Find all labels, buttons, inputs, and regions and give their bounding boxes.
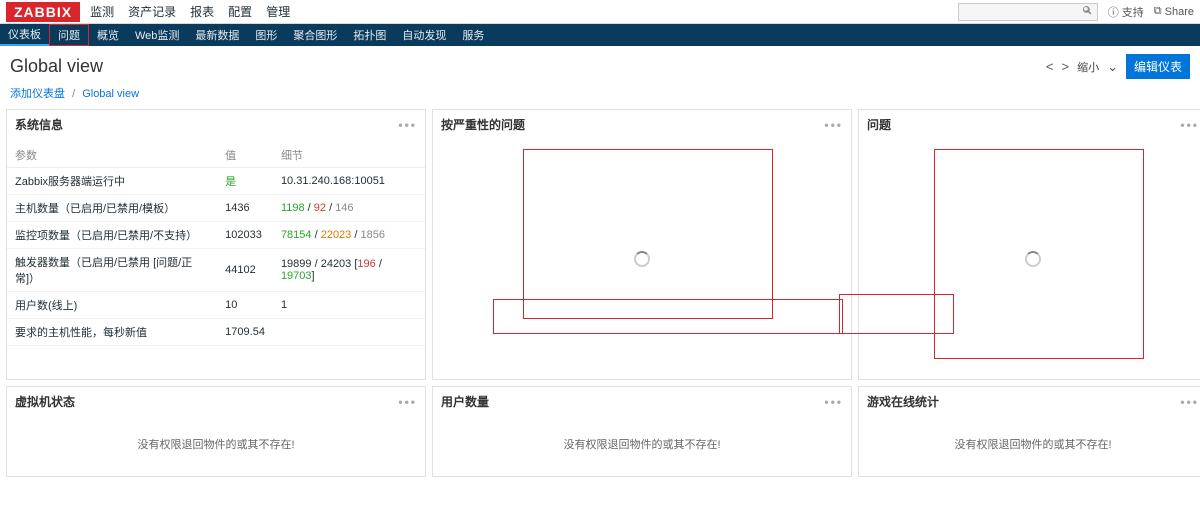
cell-value: 102033 — [217, 222, 273, 249]
widget-menu-icon[interactable]: ••• — [398, 395, 417, 409]
top-right: ⓘ 支持 ⧉ Share — [958, 3, 1194, 21]
support-label: 支持 — [1122, 4, 1144, 20]
breadcrumb-add[interactable]: 添加仪表盘 — [10, 88, 65, 100]
dashboard-row-1: 系统信息 ••• 参数 值 细节 Zabbix服务器端运行中 是 10.31.2… — [0, 109, 1200, 380]
cell-param: 用户数(线上) — [7, 292, 217, 319]
subnav-graphs[interactable]: 图形 — [247, 24, 285, 46]
col-param: 参数 — [7, 143, 217, 168]
widget-vm-status: 虚拟机状态 ••• 没有权限退回物件的或其不存在! — [6, 386, 426, 477]
col-detail: 细节 — [273, 143, 425, 168]
annotation-box — [523, 149, 773, 319]
page-title: Global view — [10, 56, 103, 77]
cell-detail — [273, 319, 425, 346]
search-input[interactable] — [958, 3, 1098, 21]
table-row: 用户数(线上) 10 1 — [7, 292, 425, 319]
topmenu-admin[interactable]: 管理 — [266, 3, 290, 20]
logo[interactable]: ZABBIX — [6, 2, 80, 22]
subnav-screens[interactable]: 聚合图形 — [285, 24, 345, 46]
top-bar: ZABBIX 监测 资产记录 报表 配置 管理 ⓘ 支持 ⧉ Share — [0, 0, 1200, 24]
table-row: 监控项数量（已启用/已禁用/不支持） 102033 78154 / 22023 … — [7, 222, 425, 249]
cell-detail: 19899 / 24203 [196 / 19703] — [273, 249, 425, 292]
table-row: 触发器数量（已启用/已禁用 [问题/正常]） 44102 19899 / 242… — [7, 249, 425, 292]
subnav-maps[interactable]: 拓扑图 — [345, 24, 394, 46]
cell-param: 要求的主机性能，每秒新值 — [7, 319, 217, 346]
cell-param: Zabbix服务器端运行中 — [7, 168, 217, 195]
no-permission-msg: 没有权限退回物件的或其不存在! — [563, 436, 720, 452]
nav-arrows: < > 缩小 ⌄ — [1046, 59, 1118, 75]
topmenu-monitor[interactable]: 监测 — [90, 3, 114, 20]
search-icon — [1081, 4, 1093, 19]
cell-value: 1436 — [217, 195, 273, 222]
top-menu: 监测 资产记录 报表 配置 管理 — [90, 3, 290, 20]
cell-detail: 10.31.240.168:10051 — [273, 168, 425, 195]
widget-user-count: 用户数量 ••• 没有权限退回物件的或其不存在! — [432, 386, 852, 477]
table-row: 主机数量（已启用/已禁用/模板） 1436 1198 / 92 / 146 — [7, 195, 425, 222]
widget-title: 虚拟机状态 — [15, 393, 75, 410]
subnav-web[interactable]: Web监测 — [127, 24, 187, 46]
widget-game-online: 游戏在线统计 ••• 没有权限退回物件的或其不存在! — [858, 386, 1200, 477]
col-value: 值 — [217, 143, 273, 168]
widget-title: 用户数量 — [441, 393, 489, 410]
no-permission-msg: 没有权限退回物件的或其不存在! — [137, 436, 294, 452]
cell-param: 监控项数量（已启用/已禁用/不支持） — [7, 222, 217, 249]
dashboard-row-2: 虚拟机状态 ••• 没有权限退回物件的或其不存在! 用户数量 ••• 没有权限退… — [0, 386, 1200, 477]
subnav-services[interactable]: 服务 — [454, 24, 492, 46]
widget-menu-icon[interactable]: ••• — [1180, 395, 1199, 409]
support-link[interactable]: ⓘ 支持 — [1108, 4, 1144, 20]
breadcrumb-sep: / — [68, 88, 79, 100]
loading-spinner-icon — [634, 251, 650, 267]
topmenu-config[interactable]: 配置 — [228, 3, 252, 20]
share-link[interactable]: ⧉ Share — [1154, 5, 1194, 18]
cell-param: 主机数量（已启用/已禁用/模板） — [7, 195, 217, 222]
cell-param: 触发器数量（已启用/已禁用 [问题/正常]） — [7, 249, 217, 292]
widget-title: 游戏在线统计 — [867, 393, 939, 410]
widget-menu-icon[interactable]: ••• — [824, 118, 843, 132]
annotation-box — [839, 294, 954, 334]
cell-detail: 1 — [273, 292, 425, 319]
widget-severity: 按严重性的问题 ••• — [432, 109, 852, 380]
subnav-dashboard[interactable]: 仪表板 — [0, 24, 49, 46]
topmenu-inventory[interactable]: 资产记录 — [128, 3, 176, 20]
cell-value: 10 — [217, 292, 273, 319]
system-info-table: 参数 值 细节 Zabbix服务器端运行中 是 10.31.240.168:10… — [7, 143, 425, 346]
subnav-latest[interactable]: 最新数据 — [187, 24, 247, 46]
cell-value: 是 — [225, 176, 236, 188]
subnav-problems[interactable]: 问题 — [49, 24, 89, 46]
info-icon: ⓘ — [1108, 4, 1119, 20]
cell-value: 1709.54 — [217, 319, 273, 346]
prev-icon[interactable]: < — [1046, 59, 1054, 74]
page-header: Global view < > 缩小 ⌄ 编辑仪表 — [0, 46, 1200, 83]
subnav-discovery[interactable]: 自动发现 — [394, 24, 454, 46]
widget-system-info: 系统信息 ••• 参数 值 细节 Zabbix服务器端运行中 是 10.31.2… — [6, 109, 426, 380]
subnav-overview[interactable]: 概览 — [89, 24, 127, 46]
widget-title: 问题 — [867, 116, 891, 133]
no-permission-msg: 没有权限退回物件的或其不存在! — [954, 436, 1111, 452]
share-label: Share — [1165, 6, 1194, 18]
breadcrumb: 添加仪表盘 / Global view — [0, 83, 1200, 109]
widget-menu-icon[interactable]: ••• — [398, 118, 417, 132]
widget-title: 系统信息 — [15, 116, 63, 133]
table-row: 要求的主机性能，每秒新值 1709.54 — [7, 319, 425, 346]
widget-menu-icon[interactable]: ••• — [1180, 118, 1199, 132]
topmenu-reports[interactable]: 报表 — [190, 3, 214, 20]
annotation-box — [493, 299, 843, 334]
sub-nav: 仪表板 问题 概览 Web监测 最新数据 图形 聚合图形 拓扑图 自动发现 服务 — [0, 24, 1200, 46]
cell-detail: 78154 / 22023 / 1856 — [273, 222, 425, 249]
loading-spinner-icon — [1025, 251, 1041, 267]
widget-problems: 问题 ••• — [858, 109, 1200, 380]
share-icon: ⧉ — [1154, 5, 1162, 18]
zoom-label[interactable]: 缩小 — [1077, 59, 1099, 75]
cell-detail: 1198 / 92 / 146 — [273, 195, 425, 222]
widget-menu-icon[interactable]: ••• — [824, 395, 843, 409]
cell-value: 44102 — [217, 249, 273, 292]
next-icon[interactable]: > — [1061, 59, 1069, 74]
edit-dashboard-button[interactable]: 编辑仪表 — [1126, 54, 1190, 79]
breadcrumb-current[interactable]: Global view — [82, 88, 139, 100]
widget-title: 按严重性的问题 — [441, 116, 525, 133]
table-row: Zabbix服务器端运行中 是 10.31.240.168:10051 — [7, 168, 425, 195]
chevron-down-icon[interactable]: ⌄ — [1107, 59, 1118, 75]
